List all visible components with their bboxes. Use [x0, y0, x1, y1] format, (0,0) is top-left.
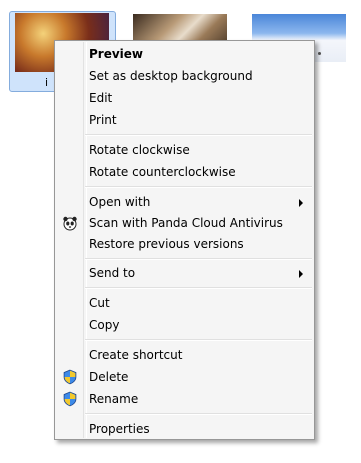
- menu-separator: [85, 339, 312, 341]
- menu-item-properties[interactable]: Properties: [57, 418, 312, 440]
- menu-item-rename[interactable]: Rename: [57, 388, 312, 410]
- menu-item-edit[interactable]: Edit: [57, 87, 312, 109]
- menu-separator: [85, 258, 312, 260]
- menu-item-delete[interactable]: Delete: [57, 366, 312, 388]
- menu-separator: [85, 186, 312, 188]
- menu-separator: [85, 134, 312, 136]
- menu-item-print[interactable]: Print: [57, 109, 312, 131]
- context-menu: Preview Set as desktop background Edit P…: [54, 40, 315, 440]
- menu-item-cut[interactable]: Cut: [57, 292, 312, 314]
- menu-item-rotate-clockwise[interactable]: Rotate clockwise: [57, 139, 312, 161]
- menu-item-restore-previous-versions[interactable]: Restore previous versions: [57, 233, 312, 255]
- menu-item-scan-panda[interactable]: Scan with Panda Cloud Antivirus: [57, 212, 312, 234]
- menu-separator: [85, 413, 312, 415]
- thumbnail-detail: [318, 52, 321, 55]
- submenu-arrow-icon: [299, 199, 303, 207]
- uac-shield-icon: [63, 391, 77, 407]
- panda-icon: [63, 216, 77, 231]
- menu-item-copy[interactable]: Copy: [57, 314, 312, 336]
- menu-item-set-desktop-background[interactable]: Set as desktop background: [57, 65, 312, 87]
- menu-item-send-to[interactable]: Send to: [57, 262, 312, 284]
- menu-item-rotate-counterclockwise[interactable]: Rotate counterclockwise: [57, 161, 312, 183]
- menu-item-preview[interactable]: Preview: [57, 43, 312, 65]
- menu-item-create-shortcut[interactable]: Create shortcut: [57, 344, 312, 366]
- menu-separator: [85, 287, 312, 289]
- file-name-label: i: [45, 76, 49, 89]
- menu-item-open-with[interactable]: Open with: [57, 191, 312, 213]
- submenu-arrow-icon: [299, 270, 303, 278]
- uac-shield-icon: [63, 369, 77, 385]
